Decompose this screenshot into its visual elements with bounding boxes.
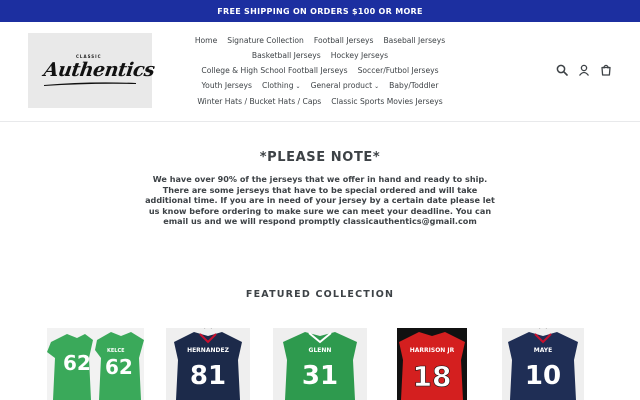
chevron-down-icon: ⌄ <box>295 83 301 90</box>
nav-item-signature-collection[interactable]: Signature Collection <box>227 33 304 48</box>
jersey-name: KELCE <box>107 348 125 354</box>
jersey-name: HARRISON JR <box>410 347 455 354</box>
logo-small-text: CLASSIC <box>76 53 102 59</box>
product-image: 62 KELCE 62 <box>47 328 144 400</box>
nav-item-baseball-jerseys[interactable]: Baseball Jerseys <box>383 33 445 48</box>
product-image: HARRISON JR 18 <box>397 328 467 400</box>
search-icon[interactable] <box>556 64 568 76</box>
nav-item-college-football[interactable]: College & High School Football Jerseys <box>201 63 347 78</box>
nav-item-baby-toddler[interactable]: Baby/Toddler <box>389 78 438 94</box>
note-body: We have over 90% of the jerseys that we … <box>145 174 495 226</box>
jersey-number: 62 <box>105 355 133 379</box>
nav-row-3: College & High School Football Jerseys S… <box>160 63 480 78</box>
nav-item-soccer-jerseys[interactable]: Soccer/Futbol Jerseys <box>358 63 439 78</box>
nav-item-hockey-jerseys[interactable]: Hockey Jerseys <box>331 48 388 63</box>
main-navigation: Home Signature Collection Football Jerse… <box>160 33 480 109</box>
jersey-name: HERNANDEZ <box>187 347 230 354</box>
nav-row-5: Winter Hats / Bucket Hats / Caps Classic… <box>160 94 480 109</box>
jersey-name: MAYE <box>534 347 552 354</box>
product-card[interactable]: 62 KELCE 62 <box>47 328 144 400</box>
nav-item-clothing[interactable]: Clothing ⌄ <box>262 78 301 94</box>
jersey-name: GLENN <box>309 347 332 354</box>
product-card[interactable]: HERNANDEZ 81 <box>166 328 250 400</box>
nav-item-youth-jerseys[interactable]: Youth Jerseys <box>202 78 252 94</box>
nav-row-1: Home Signature Collection Football Jerse… <box>160 33 480 48</box>
nav-item-basketball-jerseys[interactable]: Basketball Jerseys <box>252 48 321 63</box>
product-image: HERNANDEZ 81 <box>166 328 250 400</box>
featured-collection-title: FEATURED COLLECTION <box>245 289 395 300</box>
nav-row-4: Youth Jerseys Clothing ⌄ General product ⌄… <box>160 78 480 94</box>
jersey-number: 81 <box>190 361 226 391</box>
nav-item-football-jerseys[interactable]: Football Jerseys <box>314 33 374 48</box>
logo-mark: CLASSIC Authentics <box>40 51 156 91</box>
site-logo[interactable]: CLASSIC Authentics <box>28 33 156 108</box>
nav-item-movie-jerseys[interactable]: Classic Sports Movies Jerseys <box>331 94 442 109</box>
cart-icon[interactable] <box>600 64 612 76</box>
nav-row-2: Basketball Jerseys Hockey Jerseys <box>160 48 480 63</box>
nav-item-general-product[interactable]: General product ⌄ <box>311 78 380 94</box>
nav-item-general-product-label: General product <box>310 81 373 90</box>
note-title: *PLEASE NOTE* <box>259 150 381 165</box>
product-card[interactable]: GLENN 31 <box>273 328 367 400</box>
chevron-down-icon: ⌄ <box>374 83 380 90</box>
jersey-number: 10 <box>525 361 561 391</box>
jersey-number: 62 <box>63 351 91 375</box>
jersey-number: 18 <box>413 360 452 393</box>
product-image: MAYE 10 <box>502 328 584 400</box>
announcement-text: FREE SHIPPING ON ORDERS $100 OR MORE <box>217 6 423 16</box>
jersey-number: 31 <box>302 361 338 391</box>
product-card[interactable]: HARRISON JR 18 <box>397 328 467 400</box>
nav-item-home[interactable]: Home <box>195 33 217 48</box>
logo-script-text: Authentics <box>42 58 156 81</box>
account-icon[interactable] <box>578 64 590 76</box>
header-icons <box>556 64 612 76</box>
logo-swoosh <box>44 81 136 86</box>
nav-item-hats[interactable]: Winter Hats / Bucket Hats / Caps <box>197 94 321 109</box>
nav-item-clothing-label: Clothing <box>261 81 294 90</box>
product-card[interactable]: MAYE 10 <box>502 328 584 400</box>
announcement-bar: FREE SHIPPING ON ORDERS $100 OR MORE <box>0 0 640 22</box>
product-image: GLENN 31 <box>273 328 367 400</box>
header-divider <box>0 121 640 122</box>
